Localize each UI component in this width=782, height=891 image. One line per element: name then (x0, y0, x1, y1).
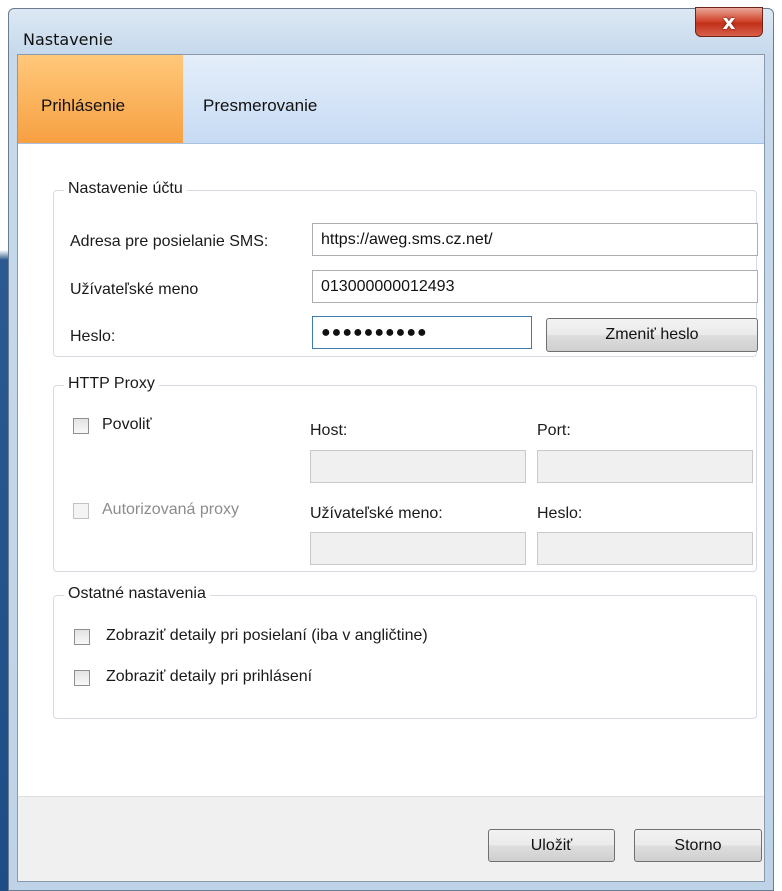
save-button[interactable]: Uložiť (488, 829, 615, 862)
proxy-port-label: Port: (537, 422, 571, 439)
other-settings-group: Ostatné nastavenia Zobraziť detaily pri … (53, 585, 757, 719)
window-title: Nastavenie (23, 30, 113, 49)
tab-prihlasenie[interactable]: Prihlásenie (18, 55, 183, 143)
proxy-username-label: Užívateľské meno: (310, 505, 443, 522)
username-label: Užívateľské meno (70, 281, 199, 298)
proxy-password-input[interactable] (537, 532, 753, 565)
http-proxy-legend: HTTP Proxy (64, 375, 159, 393)
proxy-host-label: Host: (310, 422, 348, 439)
change-password-button[interactable]: Zmeniť heslo (546, 318, 758, 352)
account-settings-legend: Nastavenie účtu (64, 180, 187, 198)
username-input[interactable]: 013000000012493 (312, 270, 758, 303)
proxy-username-input[interactable] (310, 532, 526, 565)
proxy-host-input[interactable] (310, 450, 526, 483)
close-button[interactable]: x (695, 7, 763, 37)
account-settings-group: Nastavenie účtu Adresa pre posielanie SM… (53, 180, 758, 357)
tab-strip: Prihlásenie Presmerovanie (18, 55, 764, 144)
show-send-details-label: Zobraziť detaily pri posielaní (iba v an… (106, 627, 428, 644)
authorized-proxy-label: Autorizovaná proxy (102, 501, 239, 518)
sms-address-input[interactable]: https://aweg.sms.cz.net/ (312, 223, 758, 256)
cancel-button[interactable]: Storno (634, 829, 762, 862)
authorized-proxy-checkbox[interactable] (73, 503, 89, 519)
http-proxy-group: HTTP Proxy Povoliť Host: Port: Autorizov… (53, 375, 757, 572)
show-login-details-checkbox[interactable] (74, 670, 90, 686)
close-icon: x (722, 10, 736, 34)
password-input[interactable]: ●●●●●●●●●● (312, 316, 532, 349)
password-mask: ●●●●●●●●●● (321, 324, 428, 341)
other-settings-legend: Ostatné nastavenia (64, 585, 210, 603)
show-send-details-checkbox[interactable] (74, 629, 90, 645)
tab-label: Prihlásenie (41, 96, 126, 115)
show-login-details-label: Zobraziť detaily pri prihlásení (106, 668, 313, 685)
sms-address-label: Adresa pre posielanie SMS: (70, 233, 269, 250)
enable-proxy-checkbox[interactable] (73, 418, 89, 434)
tab-label: Presmerovanie (203, 96, 318, 115)
tab-presmerovanie[interactable]: Presmerovanie (183, 55, 383, 143)
enable-proxy-label: Povoliť (102, 416, 152, 433)
password-label: Heslo: (70, 328, 116, 345)
proxy-password-label: Heslo: (537, 505, 583, 522)
dialog-client-area: Prihlásenie Presmerovanie Nastavenie účt… (17, 54, 765, 882)
dialog-footer: Uložiť Storno (18, 796, 764, 881)
proxy-port-input[interactable] (537, 450, 753, 483)
settings-dialog: Nastavenie x Prihlásenie Presmerovanie N… (8, 7, 774, 891)
title-bar[interactable]: Nastavenie x (9, 7, 773, 53)
